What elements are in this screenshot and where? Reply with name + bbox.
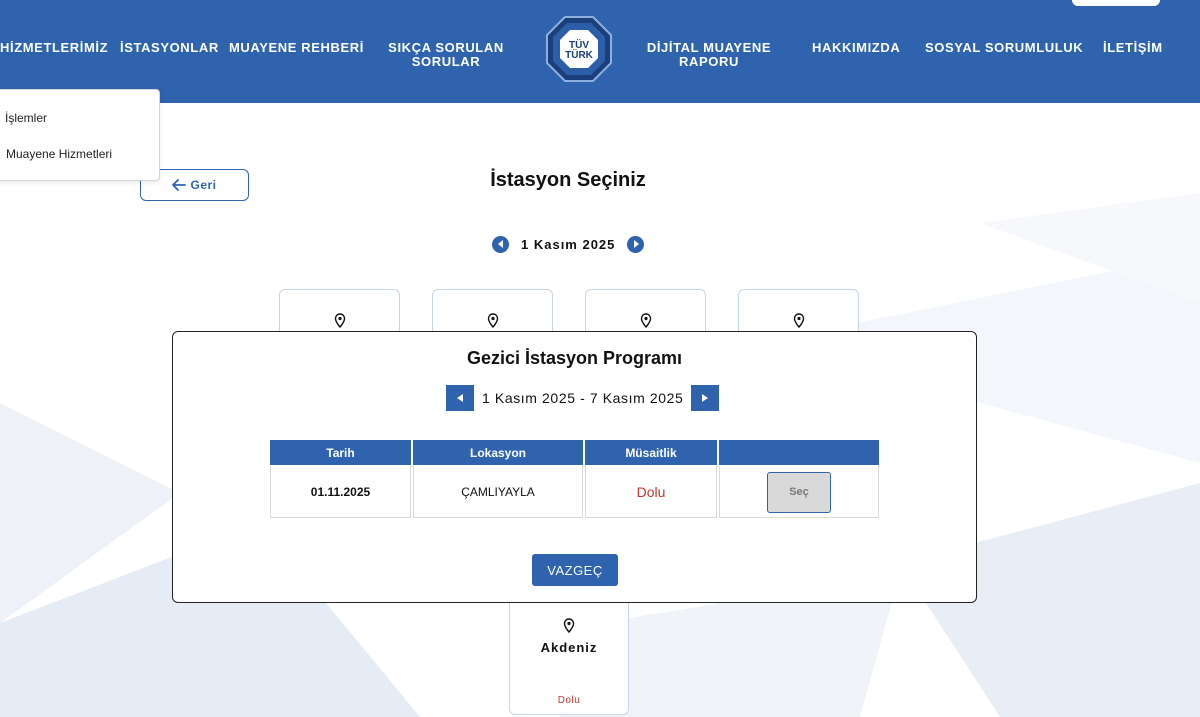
row-location: ÇAMLIYAYLA: [413, 465, 583, 518]
station-name: Akdeniz: [540, 640, 598, 655]
date-navigation: 1 Kasım 2025: [492, 235, 645, 253]
program-table: Tarih Lokasyon Müsaitlik 01.11.2025 ÇAML…: [268, 440, 881, 518]
week-range: 1 Kasım 2025 - 7 Kasım 2025: [482, 390, 684, 406]
caret-right-icon: [633, 240, 639, 248]
next-week-button[interactable]: [691, 385, 720, 411]
map-pin-icon: [563, 618, 575, 633]
map-pin-icon: [640, 313, 651, 328]
map-pin-icon: [793, 313, 804, 328]
top-right-button[interactable]: [1072, 0, 1160, 6]
table-row: 01.11.2025 ÇAMLIYAYLA Dolu Seç: [270, 465, 879, 518]
nav-sosyal-sorumluluk[interactable]: SOSYAL SORUMLULUK: [925, 41, 1083, 55]
column-header-location: Lokasyon: [413, 440, 583, 465]
next-day-button[interactable]: [627, 235, 645, 253]
station-status: Dolu: [557, 695, 581, 706]
nav-hakkimizda[interactable]: HAKKIMIZDA: [812, 41, 900, 55]
previous-week-button[interactable]: [446, 385, 474, 411]
top-navigation-bar: HİZMETLERİMİZ İSTASYONLAR MUAYENE REHBER…: [0, 0, 1200, 103]
services-dropdown: İşlemler Muayene Hizmetleri: [0, 89, 160, 181]
row-availability: Dolu: [585, 465, 717, 518]
dropdown-item-muayene-hizmetleri[interactable]: Muayene Hizmetleri: [6, 147, 112, 161]
select-button[interactable]: Seç: [767, 471, 831, 513]
map-pin-icon: [334, 313, 345, 328]
previous-day-button[interactable]: [492, 235, 509, 253]
modal-title: Gezici İstasyon Programı: [466, 348, 683, 368]
selected-date: 1 Kasım 2025: [521, 236, 616, 252]
nav-dijital-muayene-raporu[interactable]: DİJİTAL MUAYENE RAPORU: [638, 41, 780, 69]
column-header-action: [719, 440, 879, 465]
tuv-turk-logo[interactable]: TÜV TÜRK: [545, 15, 613, 83]
nav-hizmetlerimiz[interactable]: HİZMETLERİMİZ: [0, 41, 108, 55]
cancel-button[interactable]: VAZGEÇ: [532, 554, 618, 586]
nav-iletisim[interactable]: İLETİŞİM: [1103, 41, 1163, 55]
nav-muayene-rehberi[interactable]: MUAYENE REHBERİ: [229, 41, 364, 55]
page-title: İstasyon Seçiniz: [490, 169, 646, 191]
row-action-cell: Seç: [719, 465, 879, 518]
nav-istasyonlar[interactable]: İSTASYONLAR: [120, 41, 219, 55]
week-navigation: 1 Kasım 2025 - 7 Kasım 2025: [446, 385, 720, 411]
logo-text-bottom: TÜRK: [565, 48, 594, 61]
dropdown-item-islemler[interactable]: İşlemler: [5, 111, 47, 125]
mobile-station-program-modal: Gezici İstasyon Programı 1 Kasım 2025 - …: [172, 331, 977, 603]
nav-sikca-sorulan-sorular[interactable]: SIKÇA SORULAN SORULAR: [380, 41, 512, 69]
row-date: 01.11.2025: [270, 465, 411, 518]
triangle-left-icon: [457, 394, 463, 402]
map-pin-icon: [487, 313, 498, 328]
column-header-availability: Müsaitlik: [585, 440, 717, 465]
triangle-right-icon: [702, 394, 709, 402]
caret-left-icon: [497, 240, 503, 248]
column-header-date: Tarih: [270, 440, 411, 465]
